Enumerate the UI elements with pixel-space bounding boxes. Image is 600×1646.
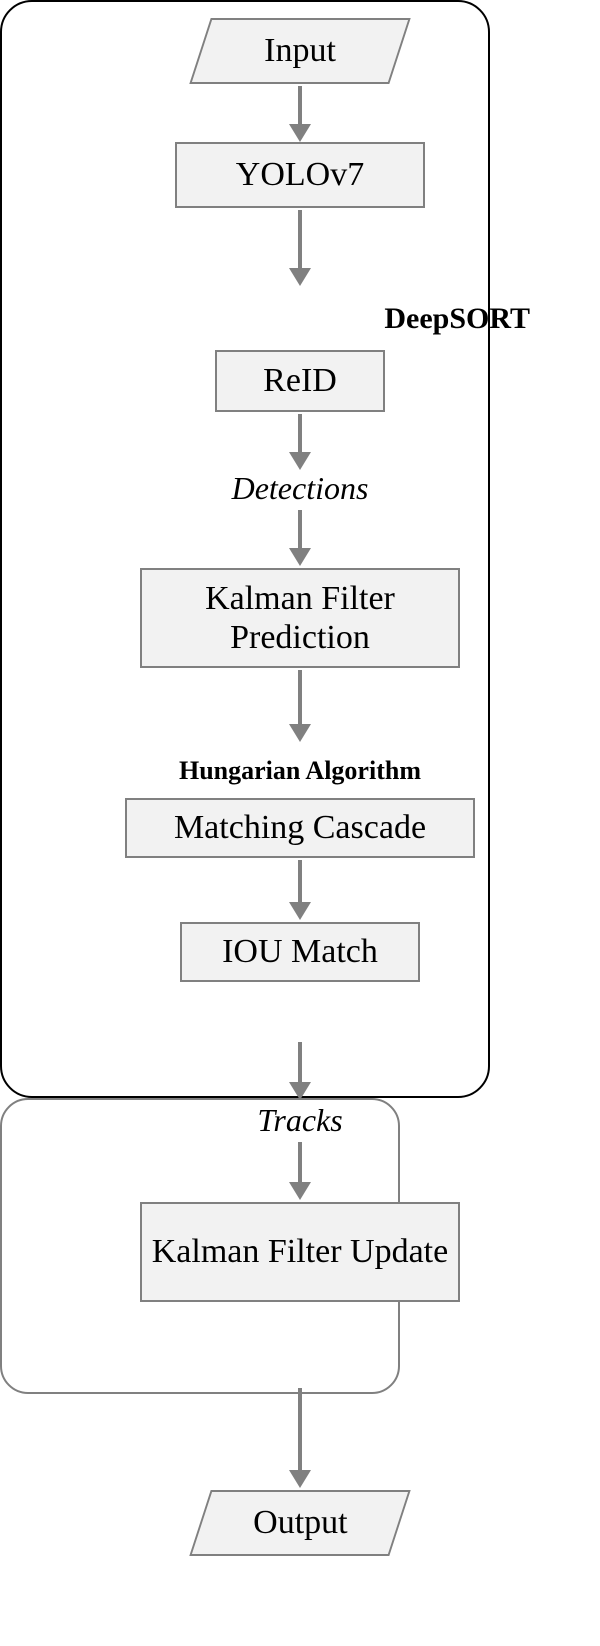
input-label: Input	[264, 31, 336, 70]
kalman-update-label: Kalman Filter Update	[152, 1232, 448, 1271]
yolo-node: YOLOv7	[175, 142, 425, 208]
kalman-predict-label: Kalman Filter Prediction	[142, 579, 458, 657]
iou-match-node: IOU Match	[180, 922, 420, 982]
output-label: Output	[253, 1503, 347, 1542]
matching-cascade-node: Matching Cascade	[125, 798, 475, 858]
tracks-label: Tracks	[200, 1102, 400, 1139]
tracking-pipeline-diagram: Input YOLOv7 DeepSORT ReID Detections Ka…	[0, 0, 600, 1646]
iou-match-label: IOU Match	[222, 932, 378, 971]
input-node: Input	[189, 18, 410, 84]
kalman-update-node: Kalman Filter Update	[140, 1202, 460, 1302]
matching-cascade-label: Matching Cascade	[174, 808, 426, 847]
output-node: Output	[189, 1490, 410, 1556]
kalman-predict-node: Kalman Filter Prediction	[140, 568, 460, 668]
detections-label: Detections	[200, 470, 400, 507]
reid-label: ReID	[263, 361, 337, 400]
yolo-label: YOLOv7	[236, 155, 364, 194]
deepsort-title: DeepSORT	[300, 302, 530, 336]
reid-node: ReID	[215, 350, 385, 412]
hungarian-title: Hungarian Algorithm	[130, 756, 470, 786]
